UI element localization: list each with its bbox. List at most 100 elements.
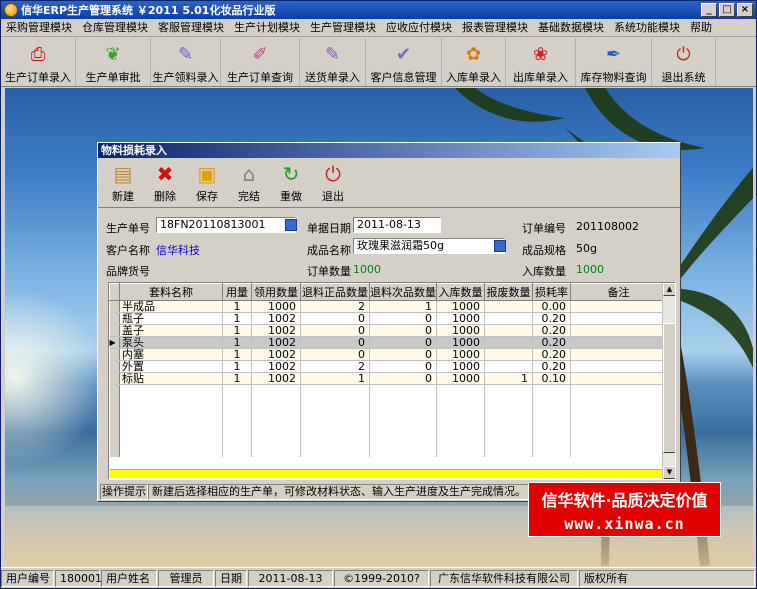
grid-cell[interactable]: 2 [300, 300, 370, 313]
grid-cell[interactable]: 0.20 [532, 336, 571, 349]
grid-column-header-7[interactable]: 损耗率 [532, 283, 571, 301]
grid-cell[interactable]: 0 [369, 360, 437, 373]
table-row[interactable]: 外置 1 1002 2 0 1000 0.20 [109, 360, 667, 373]
grid-cell[interactable]: 1 [222, 360, 252, 373]
menu-item-0[interactable]: 采购管理模块 [1, 19, 77, 37]
grid-cell[interactable]: 0.20 [532, 360, 571, 373]
grid-cell[interactable]: 0.20 [532, 312, 571, 325]
toolbar-button-5[interactable]: ✔ 客户信息管理 [366, 38, 442, 86]
grid-cell[interactable]: 1 [222, 324, 252, 337]
row-indicator[interactable] [109, 372, 120, 385]
grid-cell[interactable] [484, 312, 533, 325]
grid-cell[interactable]: 0 [300, 312, 370, 325]
grid-cell[interactable] [570, 312, 667, 325]
grid-cell[interactable]: 标贴 [119, 372, 223, 385]
grid-cell[interactable]: 1 [484, 372, 533, 385]
maximize-button[interactable]: □ [719, 3, 735, 17]
order-no-picker-icon[interactable] [285, 219, 297, 231]
grid-vertical-scrollbar[interactable]: ▲ ▼ [662, 283, 675, 479]
dialog-home-finish-button[interactable]: ⌂ 完结 [228, 158, 270, 206]
title-bar[interactable]: 信华ERP生产管理系统 ￥2011 5.01化妆品行业版 _ □ × [1, 1, 756, 19]
material-grid[interactable]: 套料名称 用量 领用数量 退料正品数量 退料次品数量 入库数量 报废数量 损耗率 备注 半成品 1… [108, 282, 676, 480]
grid-cell[interactable]: 0 [300, 336, 370, 349]
menu-item-4[interactable]: 生产管理模块 [305, 19, 381, 37]
table-row[interactable]: ▶ 泵头 1 1002 0 0 1000 0.20 [109, 336, 667, 349]
order-no-field[interactable]: 18FN20110813001 [156, 217, 296, 233]
grid-cell[interactable]: 0 [369, 348, 437, 361]
grid-cell[interactable] [570, 324, 667, 337]
toolbar-button-4[interactable]: ✎ 送货单录入 [300, 38, 366, 86]
dialog-exit-button[interactable]: ⏻ 退出 [312, 158, 354, 206]
grid-cell[interactable]: 1 [222, 336, 252, 349]
grid-cell[interactable]: 1002 [251, 360, 301, 373]
dialog-save-floppy-button[interactable]: ▣ 保存 [186, 158, 228, 206]
grid-cell[interactable]: 0 [369, 312, 437, 325]
scroll-thumb[interactable] [663, 323, 675, 453]
row-indicator[interactable] [109, 360, 120, 373]
toolbar-button-3[interactable]: ✐ 生产订单查询 [221, 38, 300, 86]
grid-cell[interactable]: 盖子 [119, 324, 223, 337]
dialog-new-document-button[interactable]: ▤ 新建 [102, 158, 144, 206]
grid-cell[interactable]: 1 [300, 372, 370, 385]
grid-cell[interactable]: 1000 [436, 312, 485, 325]
grid-cell[interactable]: 1 [222, 348, 252, 361]
grid-cell[interactable]: 0 [300, 348, 370, 361]
grid-column-header-3[interactable]: 退料正品数量 [300, 283, 370, 301]
row-indicator[interactable] [109, 300, 120, 313]
grid-cell[interactable] [484, 336, 533, 349]
scroll-up-icon[interactable]: ▲ [663, 283, 675, 296]
dialog-delete-x-button[interactable]: ✖ 删除 [144, 158, 186, 206]
toolbar-button-7[interactable]: ❀ 出库单录入 [506, 38, 576, 86]
grid-cell[interactable]: 1000 [436, 324, 485, 337]
grid-cell[interactable]: 瓶子 [119, 312, 223, 325]
menu-item-2[interactable]: 客服管理模块 [153, 19, 229, 37]
grid-cell[interactable] [484, 360, 533, 373]
grid-cell[interactable]: 0.20 [532, 324, 571, 337]
grid-cell[interactable]: 0.00 [532, 300, 571, 313]
grid-cell[interactable] [484, 324, 533, 337]
toolbar-button-2[interactable]: ✎ 生产领料录入 [151, 38, 221, 86]
row-indicator[interactable] [109, 312, 120, 325]
grid-column-header-0[interactable]: 套料名称 [119, 283, 223, 301]
grid-cell[interactable]: 1002 [251, 336, 301, 349]
grid-cell[interactable] [484, 348, 533, 361]
table-row[interactable]: 盖子 1 1002 0 0 1000 0.20 [109, 324, 667, 337]
menu-item-1[interactable]: 仓库管理模块 [77, 19, 153, 37]
grid-cell[interactable]: 0.10 [532, 372, 571, 385]
product-picker-icon[interactable] [494, 240, 506, 252]
table-row[interactable]: 标贴 1 1002 1 0 1000 1 0.10 [109, 372, 667, 385]
grid-cell[interactable]: 1000 [436, 336, 485, 349]
grid-cell[interactable] [570, 360, 667, 373]
grid-cell[interactable] [484, 300, 533, 313]
grid-cell[interactable]: 1 [222, 300, 252, 313]
menu-item-8[interactable]: 系统功能模块 [609, 19, 685, 37]
grid-cell[interactable]: 半成品 [119, 300, 223, 313]
grid-cell[interactable]: 0 [369, 372, 437, 385]
row-indicator[interactable] [109, 348, 120, 361]
grid-cell[interactable]: 外置 [119, 360, 223, 373]
toolbar-button-0[interactable]: ⎙ 生产订单录入 [1, 38, 76, 86]
grid-cell[interactable]: 内塞 [119, 348, 223, 361]
menu-item-6[interactable]: 报表管理模块 [457, 19, 533, 37]
grid-column-header-1[interactable]: 用量 [222, 283, 252, 301]
close-button[interactable]: × [737, 3, 753, 17]
toolbar-button-6[interactable]: ✿ 入库单录入 [442, 38, 506, 86]
grid-cell[interactable]: 0.20 [532, 348, 571, 361]
grid-cell[interactable]: 1000 [436, 360, 485, 373]
product-field[interactable]: 玫瑰果滋润霜50g [353, 238, 505, 254]
grid-cell[interactable]: 1000 [251, 300, 301, 313]
grid-column-header-5[interactable]: 入库数量 [436, 283, 485, 301]
grid-cell[interactable]: 0 [300, 324, 370, 337]
grid-column-header-2[interactable]: 领用数量 [251, 283, 301, 301]
grid-cell[interactable]: 1 [222, 372, 252, 385]
grid-cell[interactable]: 2 [300, 360, 370, 373]
grid-cell[interactable]: 0 [369, 336, 437, 349]
table-row[interactable]: 半成品 1 1000 2 1 1000 0.00 [109, 300, 667, 313]
grid-column-header-4[interactable]: 退料次品数量 [369, 283, 437, 301]
grid-cell[interactable]: 1002 [251, 312, 301, 325]
grid-cell[interactable]: 1 [369, 300, 437, 313]
row-indicator[interactable] [109, 324, 120, 337]
grid-cell[interactable] [570, 300, 667, 313]
grid-cell[interactable]: 1002 [251, 324, 301, 337]
grid-cell[interactable]: 泵头 [119, 336, 223, 349]
